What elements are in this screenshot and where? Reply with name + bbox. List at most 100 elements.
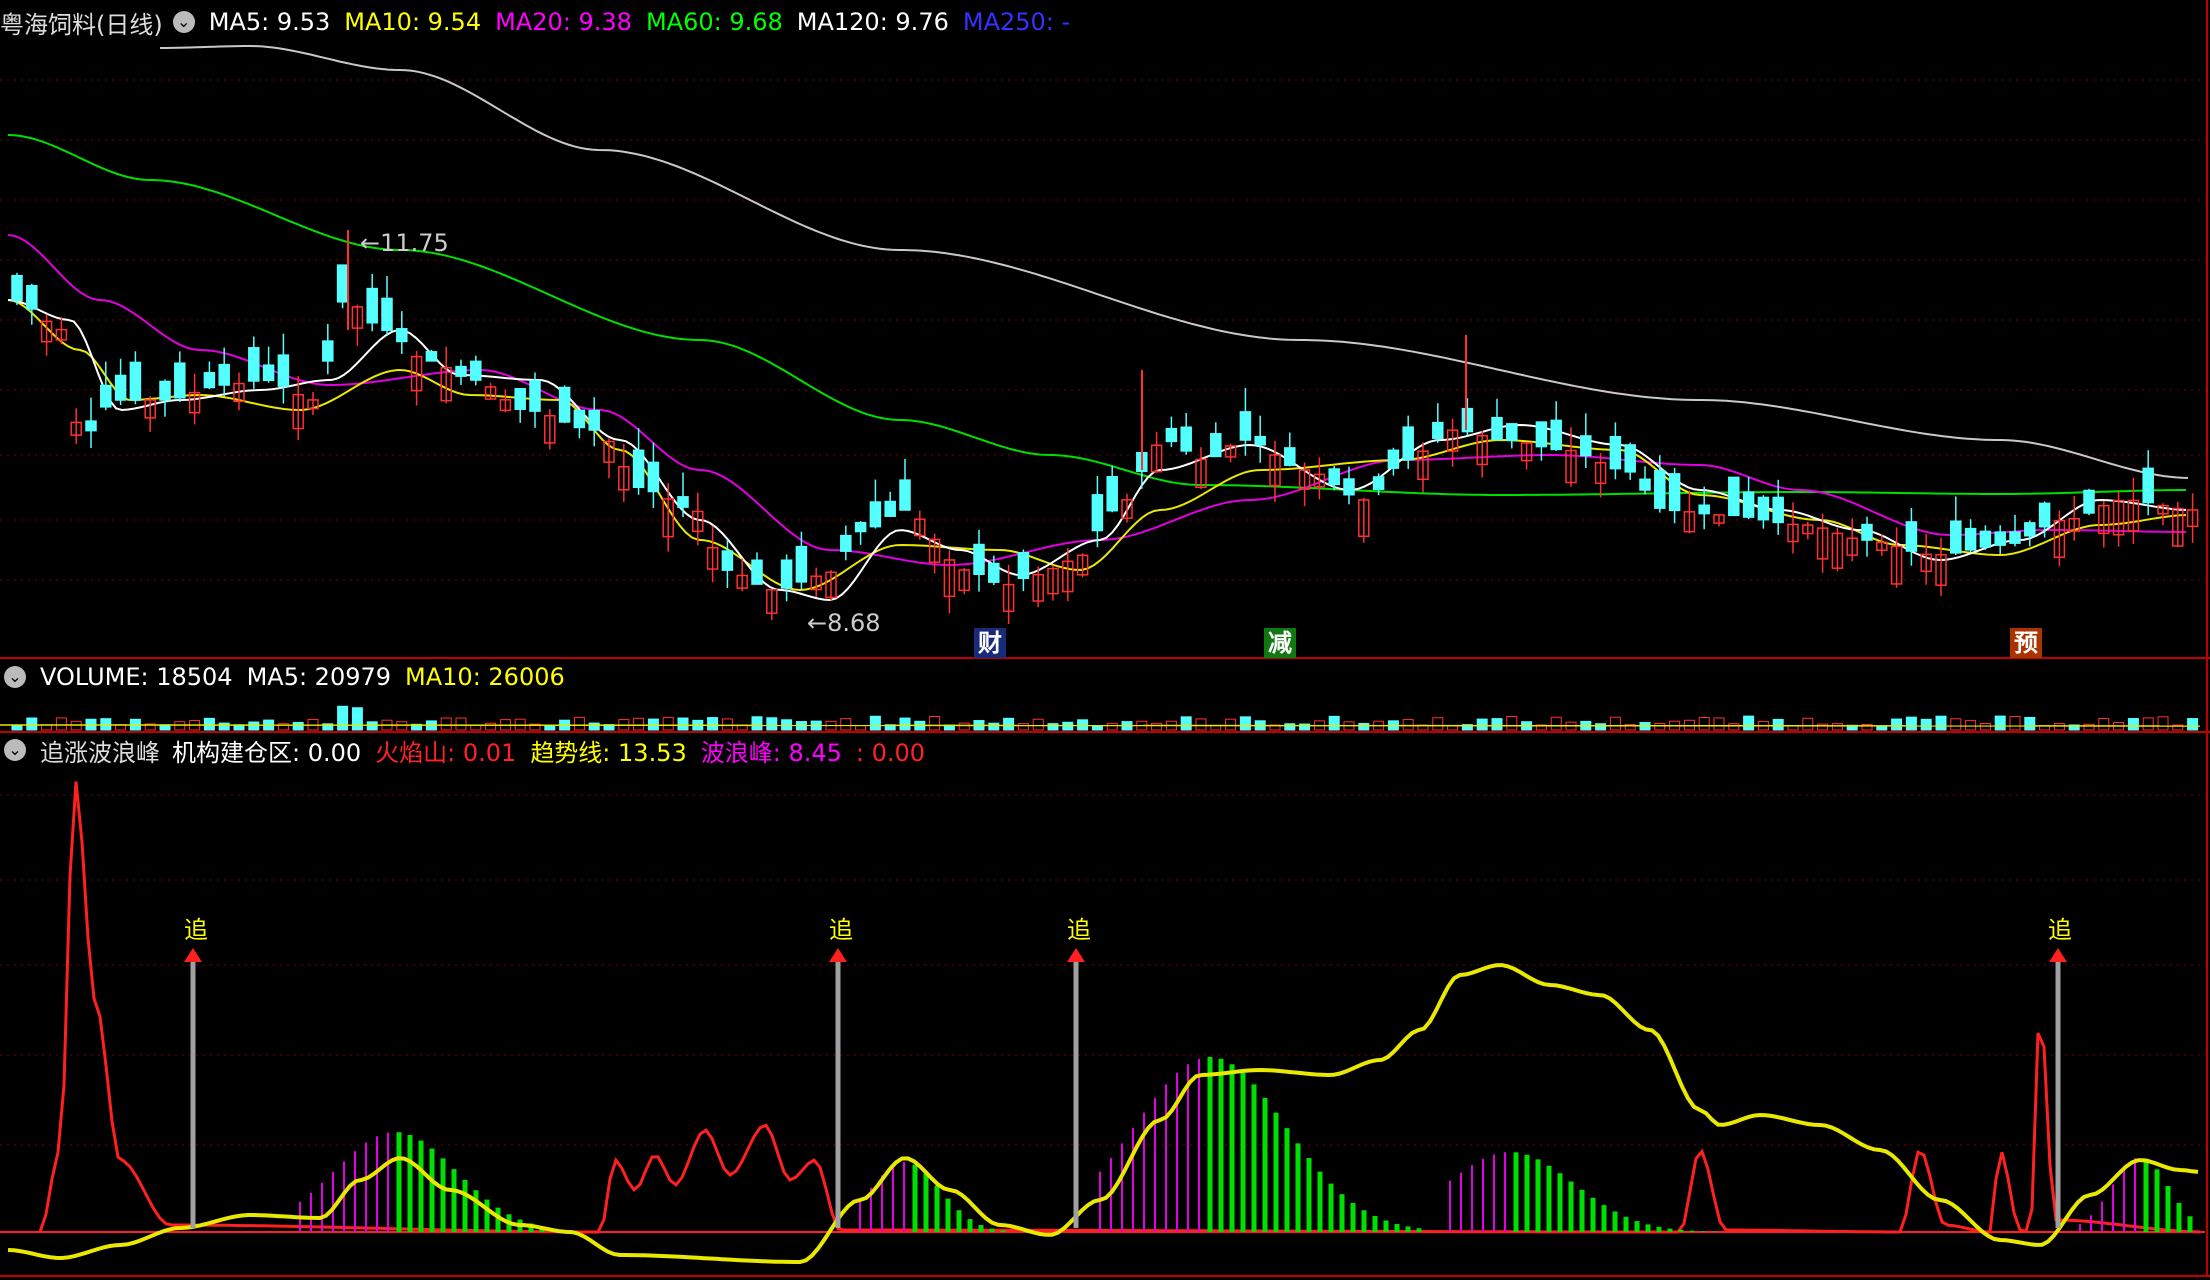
volume-bar: [1017, 723, 1029, 731]
volume-bar: [929, 715, 941, 731]
event-tag-finance[interactable]: 财: [974, 628, 1006, 658]
candle-body: [1343, 478, 1355, 496]
candle-body: [203, 372, 216, 389]
candlestick-series[interactable]: [11, 230, 2199, 624]
candle-body: [11, 274, 23, 302]
volume-bar: [1047, 723, 1059, 731]
price-indicator-3: MA60: 9.68: [645, 8, 783, 36]
candle-body: [1328, 468, 1340, 486]
candle-body: [1979, 530, 1992, 548]
candle-body: [1698, 504, 1710, 515]
volume-bar: [1195, 718, 1207, 731]
signal-label-1: 追: [184, 916, 208, 944]
candle-body: [455, 365, 467, 377]
price-indicator-1: MA10: 9.54: [344, 8, 482, 36]
candle-body: [1994, 531, 2006, 546]
volume-bar: [174, 721, 186, 731]
event-tag-forecast[interactable]: 预: [2010, 628, 2042, 658]
candle-body: [780, 559, 793, 589]
ma60-line: [7, 134, 2186, 496]
signal-arrow-icon: [1067, 948, 1085, 962]
candle-body: [1624, 444, 1636, 473]
candle-body: [1506, 423, 1518, 442]
volume-bar: [26, 717, 38, 731]
volume-bar: [869, 715, 881, 731]
candle-body: [1372, 476, 1385, 491]
wave-header: ⌄ 追涨波浪峰 机构建仓区: 0.00 火焰山: 0.01 趋势线: 13.53 波浪…: [0, 733, 939, 767]
volume-bar: [855, 725, 867, 731]
chevron-down-icon[interactable]: ⌄: [4, 739, 26, 761]
volume-bar: [1091, 725, 1103, 731]
event-tag-reduce[interactable]: 减: [1264, 628, 1296, 658]
candle-body: [988, 562, 1000, 583]
volume-bar: [1905, 716, 1917, 731]
price-indicator-4: MA120: 9.76: [796, 8, 949, 36]
volume-bar: [2187, 718, 2199, 731]
candle-body: [262, 364, 275, 382]
candle-body: [129, 361, 142, 401]
wave-indicators: 机构建仓区: 0.00 火焰山: 0.01 趋势线: 13.53 波浪峰: 8.45:…: [172, 733, 939, 768]
candle-body: [1017, 552, 1030, 580]
volume-bar: [2098, 717, 2110, 731]
volume-bar: [2083, 723, 2095, 731]
volume-bar: [1151, 722, 1163, 731]
volume-bar: [958, 722, 970, 731]
wave-indicator-1: 火焰山: 0.01: [375, 738, 517, 767]
candle-body: [1165, 427, 1178, 443]
volume-bar: [1994, 715, 2006, 731]
volume-bar: [248, 721, 260, 731]
candle-body: [573, 409, 586, 429]
volume-bar: [1713, 717, 1725, 731]
candle-body: [1239, 411, 1252, 441]
price-header: 粤海饲料(日线) ⌄ MA5: 9.53 MA10: 9.54 MA20: 9.38…: [0, 5, 1084, 39]
candle-body: [1639, 478, 1651, 491]
volume-bar: [1180, 716, 1192, 731]
signal-label-4: 追: [2048, 916, 2072, 944]
volume-bar: [721, 718, 733, 731]
volume-bar: [1595, 723, 1607, 731]
signal-arrow-icon: [829, 948, 847, 962]
chart-canvas[interactable]: [0, 0, 2210, 1280]
volume-bars: [0, 705, 2201, 731]
volume-bar: [1432, 717, 1444, 731]
candle-body: [1210, 433, 1222, 458]
candle-body: [632, 449, 645, 489]
volume-bar: [485, 722, 497, 731]
volume-bar: [1935, 715, 1947, 731]
volume-bar: [1284, 723, 1296, 731]
volume-indicator-1: MA5: 20979: [246, 663, 392, 691]
candle-body: [529, 380, 541, 412]
candle-body: [159, 380, 171, 401]
wave-indicator-0: 机构建仓区: 0.00: [172, 738, 362, 767]
candle-body: [2024, 522, 2036, 537]
volume-bar: [55, 717, 67, 731]
signal-label-2: 追: [829, 916, 853, 944]
signal-arrow-icon: [184, 948, 202, 962]
grid-lines: [0, 0, 2210, 1277]
candle-body: [647, 461, 660, 493]
volume-bar: [677, 717, 689, 731]
candle-body: [1106, 476, 1118, 512]
candle-body: [381, 297, 393, 331]
ma5-line: [7, 299, 2187, 602]
candle-body: [854, 521, 867, 533]
candle-body: [1580, 435, 1592, 457]
volume-bar: [751, 716, 763, 731]
candle-body: [396, 328, 408, 343]
signal-label-3: 追: [1067, 916, 1091, 944]
chevron-down-icon[interactable]: ⌄: [4, 666, 26, 688]
candle-body: [470, 360, 482, 381]
stock-title: 粤海饲料(日线): [0, 10, 163, 39]
arrow-left-icon: ←: [360, 229, 381, 257]
candle-body: [1432, 421, 1444, 439]
volume-bar: [1106, 722, 1118, 731]
volume-bar: [1476, 718, 1488, 731]
chevron-down-icon[interactable]: ⌄: [172, 11, 195, 33]
candle-body: [1964, 527, 1977, 551]
volume-bar: [2053, 723, 2065, 731]
volume-bar: [292, 721, 304, 731]
volume-bar: [1891, 718, 1903, 731]
volume-bar: [1920, 718, 1932, 731]
price-indicators: MA5: 9.53 MA10: 9.54 MA20: 9.38 MA60: 9.68 M…: [209, 8, 1084, 36]
volume-bar: [1358, 723, 1370, 731]
